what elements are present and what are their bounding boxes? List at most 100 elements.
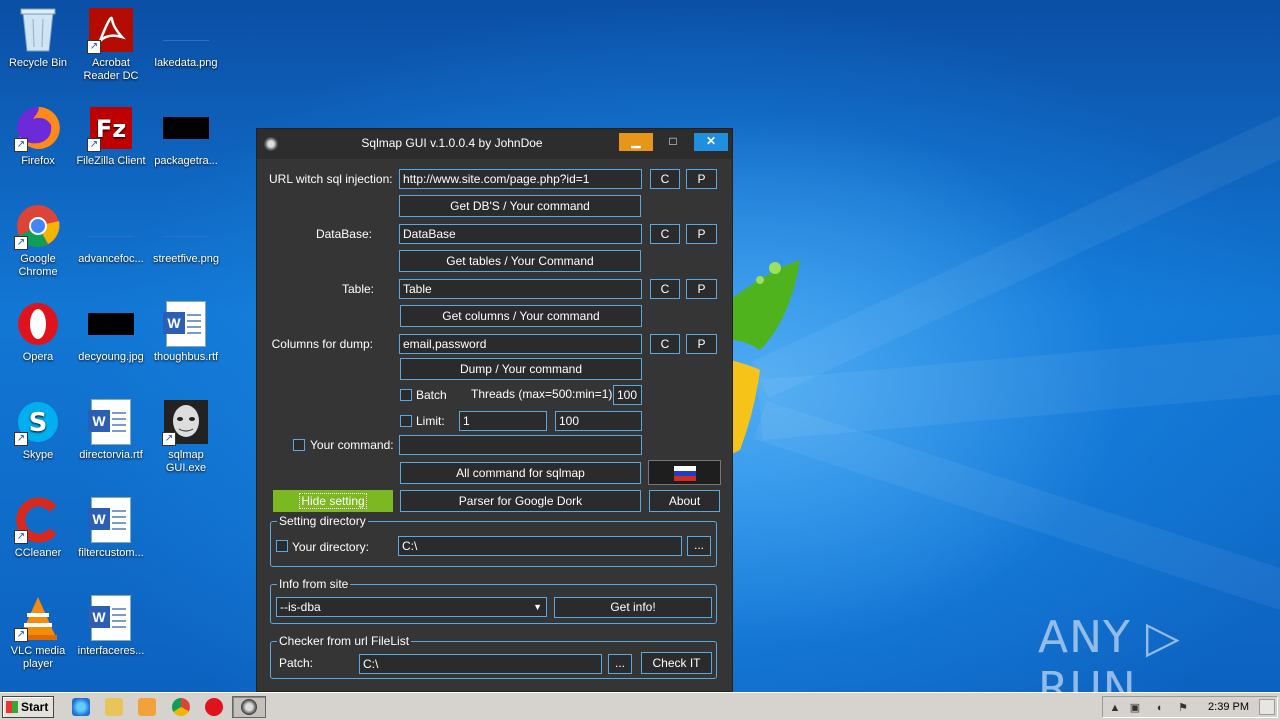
desktop-icon-recycle-bin[interactable]: Recycle Bin xyxy=(0,6,76,70)
patch-browse-button[interactable]: ... xyxy=(608,654,632,674)
about-button[interactable]: About xyxy=(649,490,720,512)
desktop-icon-label: Acrobat Reader DC xyxy=(83,57,139,82)
limit-label: Limit: xyxy=(416,414,445,428)
desktop-icon-label: directorvia.rtf xyxy=(79,449,143,461)
limit-from-input[interactable]: 1 xyxy=(459,411,547,431)
get-tables-button[interactable]: Get tables / Your Command xyxy=(399,250,641,272)
table-paste-button[interactable]: P xyxy=(686,279,717,299)
batch-label: Batch xyxy=(416,388,447,402)
desktop-icon-streetfive[interactable]: streetfive.png xyxy=(148,202,224,266)
start-button[interactable]: Start xyxy=(2,696,54,718)
database-input[interactable]: DataBase xyxy=(399,224,642,244)
image-file-icon xyxy=(162,6,210,54)
threads-input[interactable]: 100 xyxy=(613,385,642,405)
desktop-icon-acrobat[interactable]: ↗ Acrobat Reader DC xyxy=(73,6,149,83)
directory-browse-button[interactable]: ... xyxy=(687,536,711,556)
desktop-icon-label: Google Chrome xyxy=(18,253,58,278)
table-copy-button[interactable]: C xyxy=(650,279,680,299)
window-titlebar[interactable]: Sqlmap GUI v.1.0.0.4 by JohnDoe ▁ □ ✕ xyxy=(257,129,732,159)
opera-taskbar-icon[interactable] xyxy=(205,698,223,716)
url-copy-button[interactable]: C xyxy=(650,169,680,189)
clock[interactable]: 2:39 PM xyxy=(1208,701,1249,713)
word-doc-icon: W xyxy=(87,496,135,544)
your-command-input[interactable] xyxy=(399,435,642,455)
volume-icon[interactable]: ◖ xyxy=(1153,702,1165,714)
desktop-icon-opera[interactable]: Opera xyxy=(0,300,76,364)
sqlmap-taskbar-icon xyxy=(241,699,257,715)
desktop-icon-ccleaner[interactable]: ↗ CCleaner xyxy=(0,496,76,560)
columns-paste-button[interactable]: P xyxy=(686,334,717,354)
internet-explorer-icon[interactable] xyxy=(72,698,90,716)
columns-copy-button[interactable]: C xyxy=(650,334,680,354)
desktop-icon-label: CCleaner xyxy=(14,547,62,559)
limit-to-input[interactable]: 100 xyxy=(555,411,642,431)
shortcut-arrow-icon: ↗ xyxy=(14,432,28,446)
minimize-button[interactable]: ▁ xyxy=(619,133,653,151)
desktop-icon-advancefoc[interactable]: advancefoc... xyxy=(73,202,149,266)
parser-google-dork-button[interactable]: Parser for Google Dork xyxy=(400,490,641,512)
desktop-icon-label: advancefoc... xyxy=(78,253,144,265)
image-file-icon xyxy=(162,202,210,250)
desktop-icon-interfaceres[interactable]: W interfaceres... xyxy=(73,594,149,658)
table-label: Table: xyxy=(341,282,374,296)
dump-button[interactable]: Dump / Your command xyxy=(400,358,642,380)
show-desktop-button[interactable] xyxy=(1259,699,1275,715)
your-command-label: Your command: xyxy=(310,438,394,452)
russian-flag-language-button[interactable] xyxy=(648,460,721,485)
all-command-button[interactable]: All command for sqlmap xyxy=(400,462,641,484)
database-copy-button[interactable]: C xyxy=(650,224,680,244)
info-option-select[interactable]: --is-dba ▼ xyxy=(276,597,547,617)
shortcut-arrow-icon: ↗ xyxy=(162,432,176,446)
desktop-icon-directorvia[interactable]: W directorvia.rtf xyxy=(73,398,149,462)
url-paste-button[interactable]: P xyxy=(686,169,717,189)
word-doc-icon: W xyxy=(87,398,135,446)
taskbar: Start ▲ ▣ ◖ ⚑ 2:39 PM xyxy=(0,692,1280,720)
hide-setting-button[interactable]: Hide setting xyxy=(273,490,393,512)
network-icon[interactable]: ▣ xyxy=(1129,702,1141,714)
desktop-icon-filtercustom[interactable]: W filtercustom... xyxy=(73,496,149,560)
desktop-icon-lakedata[interactable]: lakedata.png xyxy=(148,6,224,70)
your-command-checkbox[interactable] xyxy=(293,439,305,451)
desktop-icon-vlc[interactable]: ↗ VLC media player xyxy=(0,594,76,671)
sqlmap-taskbar-button[interactable] xyxy=(232,696,266,718)
image-file-icon xyxy=(162,104,210,152)
close-button[interactable]: ✕ xyxy=(694,133,728,151)
svg-text:S: S xyxy=(29,408,48,438)
desktop-icon-chrome[interactable]: ↗ Google Chrome xyxy=(0,202,76,279)
check-it-button[interactable]: Check IT xyxy=(641,652,712,674)
patch-input[interactable]: C:\ xyxy=(359,654,602,674)
database-paste-button[interactable]: P xyxy=(686,224,717,244)
desktop-icon-filezilla[interactable]: Fz ↗ FileZilla Client xyxy=(73,104,149,168)
get-info-button[interactable]: Get info! xyxy=(554,597,712,618)
desktop-icon-packagetra[interactable]: packagetra... xyxy=(148,104,224,168)
file-explorer-icon[interactable] xyxy=(105,698,123,716)
shortcut-arrow-icon: ↗ xyxy=(14,530,28,544)
your-directory-checkbox[interactable] xyxy=(276,540,288,552)
desktop-icon-skype[interactable]: S ↗ Skype xyxy=(0,398,76,462)
columns-input[interactable]: email,password xyxy=(399,334,642,354)
opera-icon xyxy=(14,300,62,348)
desktop-icon-firefox[interactable]: ↗ Firefox xyxy=(0,104,76,168)
url-input[interactable]: http://www.site.com/page.php?id=1 xyxy=(399,169,642,189)
window-title: Sqlmap GUI v.1.0.0.4 by JohnDoe xyxy=(361,136,543,150)
desktop-icon-decyoung[interactable]: decyoung.jpg xyxy=(73,300,149,364)
chevron-up-icon[interactable]: ▲ xyxy=(1109,702,1121,714)
database-label: DataBase: xyxy=(315,227,372,241)
batch-checkbox[interactable] xyxy=(400,389,412,401)
desktop-icon-label: decyoung.jpg xyxy=(78,351,144,363)
maximize-button[interactable]: □ xyxy=(656,133,690,151)
desktop-icon-sqlmap-gui[interactable]: ↗ sqlmap GUI.exe xyxy=(148,398,224,475)
windows-start-icon xyxy=(6,701,18,713)
anyrun-watermark: ANY ▷ RUN xyxy=(1038,612,1181,692)
action-center-flag-icon[interactable]: ⚑ xyxy=(1177,702,1189,714)
desktop-icon-thoughbus[interactable]: W thoughbus.rtf xyxy=(148,300,224,364)
table-input[interactable]: Table xyxy=(399,279,642,299)
get-columns-button[interactable]: Get columns / Your command xyxy=(400,305,642,327)
desktop-icon-label: Skype xyxy=(22,449,54,461)
limit-checkbox[interactable] xyxy=(400,415,412,427)
get-dbs-button[interactable]: Get DB'S / Your command xyxy=(399,195,641,217)
directory-input[interactable]: C:\ xyxy=(398,536,682,556)
media-player-icon[interactable] xyxy=(138,698,156,716)
chrome-taskbar-icon[interactable] xyxy=(172,698,190,716)
shortcut-arrow-icon: ↗ xyxy=(14,138,28,152)
